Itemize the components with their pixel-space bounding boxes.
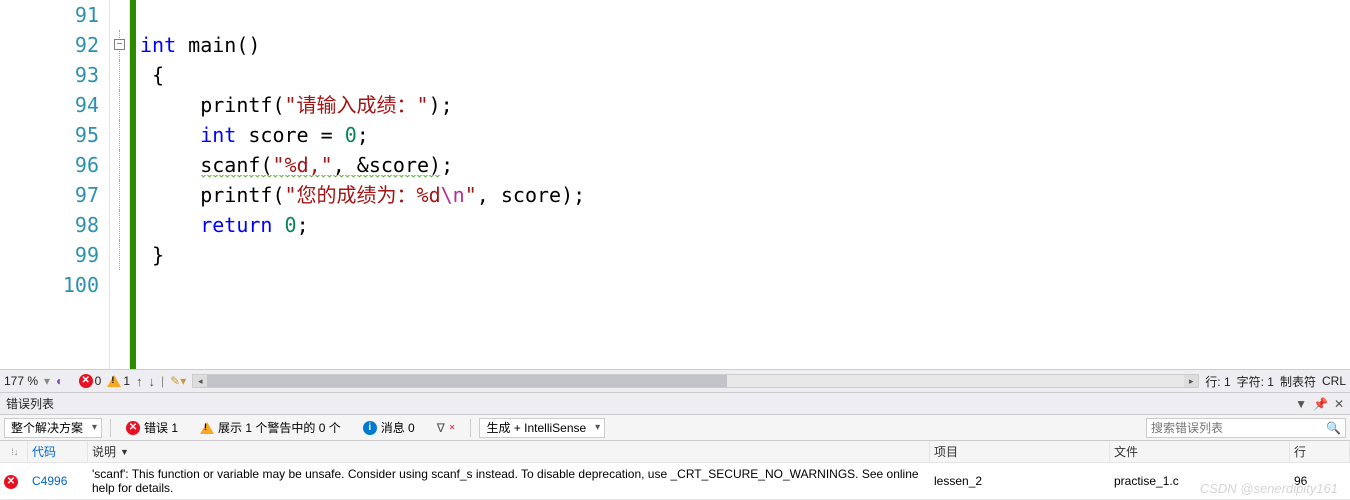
close-icon[interactable]: ✕ (1334, 397, 1344, 411)
error-icon: ✕ (4, 475, 18, 489)
health-indicator-icon[interactable]: ◐ (56, 374, 63, 388)
fold-toggle-icon[interactable]: − (114, 39, 125, 50)
code-area[interactable]: int main() { printf("请输入成绩："); int score… (136, 0, 1350, 369)
brush-icon[interactable]: ✎▾ (170, 374, 186, 388)
dropdown-arrow-icon[interactable]: ▼ (1295, 397, 1307, 411)
error-count[interactable]: ✕0 (79, 374, 102, 388)
line-number: 95 (0, 120, 99, 150)
desc-header[interactable]: 说明 ▼ (88, 441, 930, 462)
search-icon: 🔍 (1326, 421, 1341, 435)
row-file: practise_1.c (1110, 474, 1290, 488)
error-list-filter-bar: 整个解决方案 ✕错误 1 展示 1 个警告中的 0 个 i消息 0 ∇✕ 生成 … (0, 415, 1350, 441)
prev-issue-button[interactable]: ↑ (136, 374, 143, 389)
scrollbar-thumb[interactable] (207, 375, 727, 387)
file-header[interactable]: 文件 (1110, 441, 1290, 462)
line-header[interactable]: 行 (1290, 441, 1350, 462)
line-number: 96 (0, 150, 99, 180)
warning-icon (200, 422, 214, 434)
row-project: lessen_2 (930, 474, 1110, 488)
pin-icon[interactable]: 📌 (1313, 397, 1328, 411)
line-number: 92 (0, 30, 99, 60)
line-number-gutter: 91 92 93 94 95 96 97 98 99 100 (0, 0, 110, 369)
error-search-input[interactable] (1151, 421, 1326, 435)
line-number: 91 (0, 0, 99, 30)
error-row[interactable]: ✕ C4996 'scanf': This function or variab… (0, 463, 1350, 500)
warning-count[interactable]: 1 (107, 374, 130, 388)
scroll-left-button[interactable]: ◂ (193, 375, 207, 387)
warning-icon (107, 375, 121, 387)
line-number: 94 (0, 90, 99, 120)
cursor-line: 行: 1 (1205, 373, 1230, 390)
errors-filter-button[interactable]: ✕错误 1 (119, 417, 185, 439)
line-number: 99 (0, 240, 99, 270)
row-code: C4996 (28, 474, 88, 488)
error-icon: ✕ (126, 421, 140, 435)
horizontal-scrollbar[interactable]: ◂ ▸ (192, 374, 1199, 388)
code-editor[interactable]: 91 92 93 94 95 96 97 98 99 100 − int mai… (0, 0, 1350, 369)
scope-dropdown[interactable]: 整个解决方案 (4, 418, 102, 438)
code-header[interactable]: 代码 (28, 441, 88, 462)
severity-header[interactable]: ⁞↓ (0, 441, 28, 462)
clear-filter-button[interactable]: ∇✕ (430, 417, 463, 439)
row-line: 96 (1290, 474, 1350, 488)
fold-column: − (110, 0, 130, 369)
project-header[interactable]: 项目 (930, 441, 1110, 462)
info-icon: i (363, 421, 377, 435)
editor-status-bar: 177 % ▾ ◐ ✕0 1 ↑ ↓ | ✎▾ ◂ ▸ 行: 1 字符: 1 制… (0, 369, 1350, 393)
line-ending: CRL (1322, 374, 1346, 388)
line-number: 97 (0, 180, 99, 210)
build-mode-dropdown[interactable]: 生成 + IntelliSense (479, 418, 605, 438)
next-issue-button[interactable]: ↓ (149, 374, 156, 389)
indent-mode: 制表符 (1280, 373, 1316, 390)
row-description: 'scanf': This function or variable may b… (88, 467, 930, 495)
error-search-box[interactable]: 🔍 (1146, 418, 1346, 438)
zoom-level[interactable]: 177 % (4, 374, 38, 388)
messages-filter-button[interactable]: i消息 0 (356, 417, 422, 439)
line-number: 98 (0, 210, 99, 240)
error-list-panel-header: 错误列表 ▼ 📌 ✕ (0, 393, 1350, 415)
error-list-grid: ⁞↓ 代码 说明 ▼ 项目 文件 行 ✕ C4996 'scanf': This… (0, 441, 1350, 500)
error-icon: ✕ (79, 374, 93, 388)
line-number: 100 (0, 270, 99, 300)
scroll-right-button[interactable]: ▸ (1184, 375, 1198, 387)
row-severity-icon: ✕ (0, 473, 28, 489)
line-number: 93 (0, 60, 99, 90)
cursor-char: 字符: 1 (1237, 373, 1274, 390)
grid-header-row: ⁞↓ 代码 说明 ▼ 项目 文件 行 (0, 441, 1350, 463)
panel-title: 错误列表 (6, 395, 54, 412)
warnings-filter-button[interactable]: 展示 1 个警告中的 0 个 (193, 417, 348, 439)
